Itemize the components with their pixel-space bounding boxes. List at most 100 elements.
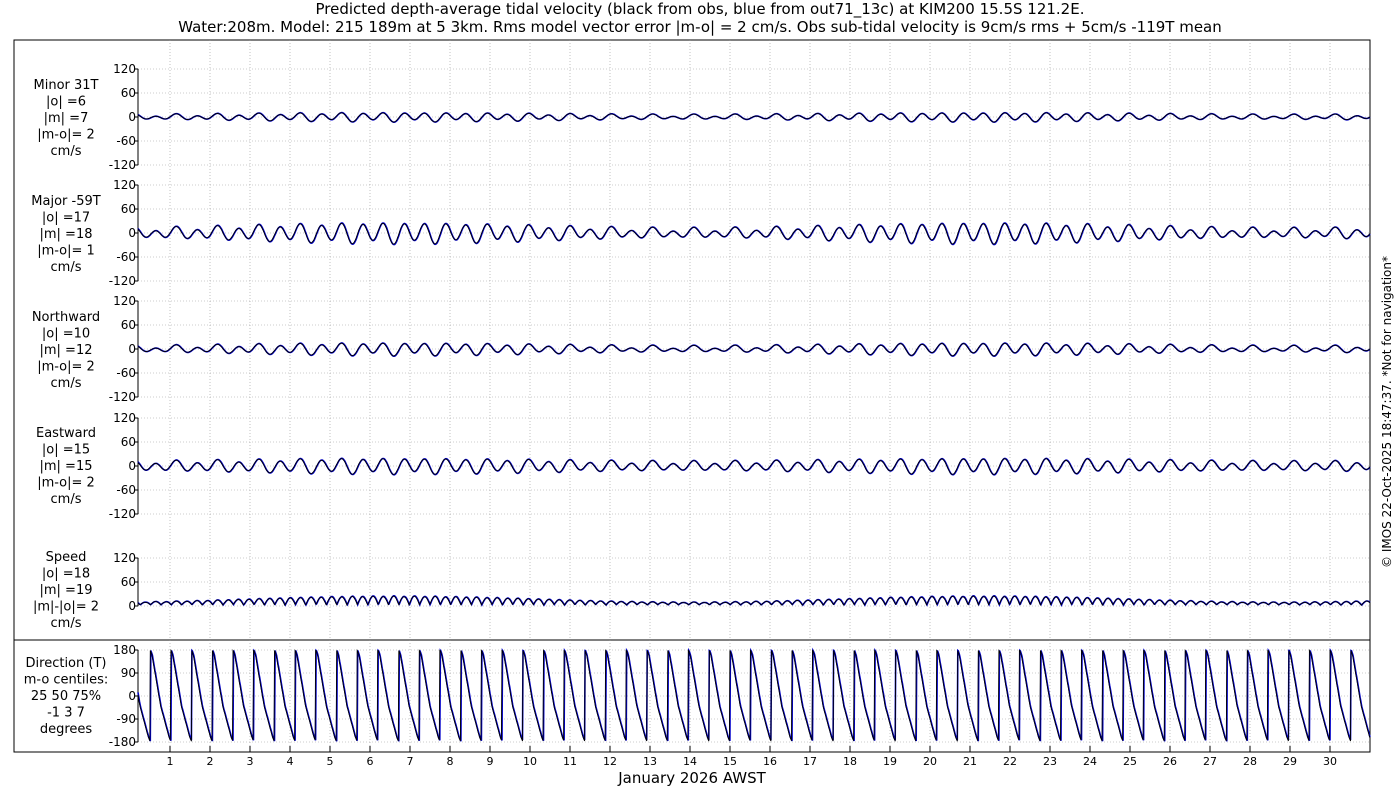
- y-tick-label: 120: [113, 178, 136, 192]
- northward-obs-series-line: [137, 342, 1371, 357]
- y-tick-label: 60: [121, 202, 136, 216]
- x-tick-label: 12: [603, 755, 617, 768]
- x-tick-label: 28: [1243, 755, 1257, 768]
- y-tick-label: 120: [113, 411, 136, 425]
- y-tick-label: -120: [109, 158, 136, 172]
- panel-label-line: |m-o|= 2: [37, 476, 95, 491]
- y-tick-label: 0: [128, 110, 136, 124]
- panel-label-line: |o| =18: [42, 567, 90, 582]
- x-tick-label: 17: [803, 755, 817, 768]
- x-tick-label: 26: [1163, 755, 1177, 768]
- x-tick-label: 13: [643, 755, 657, 768]
- major-obs-series-line: [137, 222, 1371, 245]
- y-tick-label: -120: [109, 274, 136, 288]
- eastward-obs-series-line: [137, 458, 1371, 475]
- panel-label-line: cm/s: [51, 376, 82, 391]
- x-tick-label: 10: [523, 755, 537, 768]
- panel-label-line: -1 3 7: [47, 706, 85, 721]
- y-tick-label: 90: [121, 666, 136, 680]
- x-tick-label: 4: [287, 755, 294, 768]
- panel-label-line: |o| =17: [42, 211, 90, 226]
- y-tick-label: 120: [113, 551, 136, 565]
- panel-label-line: |m| =12: [40, 343, 93, 358]
- panel-label-line: Major -59T: [31, 194, 100, 209]
- x-tick-label: 14: [683, 755, 697, 768]
- panel-label-line: |m| =19: [40, 583, 93, 598]
- panel-label-line: |m-o|= 2: [37, 360, 95, 375]
- x-tick-label: 7: [407, 755, 414, 768]
- x-tick-label: 24: [1083, 755, 1097, 768]
- panel-label-line: Minor 31T: [34, 78, 99, 93]
- y-tick-label: -90: [116, 712, 136, 726]
- x-tick-label: 5: [327, 755, 334, 768]
- y-tick-label: 0: [128, 689, 136, 703]
- y-tick-label: 0: [128, 459, 136, 473]
- y-tick-label: -120: [109, 390, 136, 404]
- x-tick-label: 3: [247, 755, 254, 768]
- y-tick-label: 0: [128, 226, 136, 240]
- y-tick-label: -60: [116, 366, 136, 380]
- panel-label-line: |o| =6: [46, 95, 86, 110]
- y-tick-label: -60: [116, 250, 136, 264]
- x-tick-label: 20: [923, 755, 937, 768]
- x-tick-label: 25: [1123, 755, 1137, 768]
- x-tick-label: 27: [1203, 755, 1217, 768]
- panel-label-line: cm/s: [51, 260, 82, 275]
- axis-layer: 1 2 3 4 5 6 7 8 9 10 11 12 13 14 15 16 17 18 19 20 21 22 23 24 2…: [109, 62, 1337, 768]
- upper-panels-frame: [13, 39, 1371, 641]
- x-tick-label: 16: [763, 755, 777, 768]
- y-tick-label: 60: [121, 435, 136, 449]
- x-tick-label: 11: [563, 755, 577, 768]
- x-tick-label: 22: [1003, 755, 1017, 768]
- panel-label-line: |m| =18: [40, 227, 93, 242]
- panel-label-line: m-o centiles:: [24, 673, 109, 688]
- y-tick-label: 60: [121, 318, 136, 332]
- panel-label-line: |m| =7: [44, 111, 89, 126]
- y-tick-label: 60: [121, 575, 136, 589]
- panel-label-line: cm/s: [51, 144, 82, 159]
- panel-label-line: 25 50 75%: [31, 689, 101, 704]
- series-layer: [137, 111, 1371, 742]
- x-tick-label: 23: [1043, 755, 1057, 768]
- panel-label-line: |m-o|= 2: [37, 128, 95, 143]
- panel-label-line: |m|-|o|= 2: [33, 600, 99, 615]
- x-tick-label: 19: [883, 755, 897, 768]
- y-tick-label: -120: [109, 507, 136, 521]
- x-tick-label: 30: [1323, 755, 1337, 768]
- y-tick-label: -180: [109, 735, 136, 749]
- x-tick-label: 6: [367, 755, 374, 768]
- x-tick-label: 18: [843, 755, 857, 768]
- x-tick-label: 15: [723, 755, 737, 768]
- y-tick-label: -60: [116, 134, 136, 148]
- y-tick-label: 180: [113, 643, 136, 657]
- speed-model-series-line: [137, 594, 1371, 608]
- panel-label-line: degrees: [40, 722, 93, 737]
- y-tick-label: 120: [113, 62, 136, 76]
- y-tick-label: 0: [128, 342, 136, 356]
- y-tick-label: -60: [116, 483, 136, 497]
- y-tick-label: 120: [113, 294, 136, 308]
- x-axis-label: January 2026 AWST: [617, 769, 766, 787]
- x-tick-label: 1: [167, 755, 174, 768]
- panel-label-line: cm/s: [51, 616, 82, 631]
- x-tick-label: 29: [1283, 755, 1297, 768]
- x-tick-label: 2: [207, 755, 214, 768]
- panel-label-layer: Minor 31T|o| =6|m| =7|m-o|= 2cm/sMajor -…: [24, 78, 109, 737]
- grid-layer: [138, 40, 1370, 752]
- x-tick-label: 9: [487, 755, 494, 768]
- x-tick-label: 21: [963, 755, 977, 768]
- panel-label-line: Eastward: [36, 426, 96, 441]
- y-tick-label: 0: [128, 599, 136, 613]
- tidal-velocity-chart: Minor 31T|o| =6|m| =7|m-o|= 2cm/sMajor -…: [13, 39, 1394, 787]
- panel-label-line: Direction (T): [26, 656, 107, 671]
- y-tick-label: 60: [121, 86, 136, 100]
- panel-label-line: |m-o|= 1: [37, 244, 95, 259]
- panel-label-line: Northward: [32, 310, 100, 325]
- copyright-notice: © IMOS 22-Oct-2025 18:47:37. *Not for na…: [1380, 256, 1394, 568]
- panel-label-line: |o| =10: [42, 327, 90, 342]
- panel-label-line: |o| =15: [42, 443, 90, 458]
- panel-label-line: |m| =15: [40, 459, 93, 474]
- panel-label-line: cm/s: [51, 492, 82, 507]
- x-tick-label: 8: [447, 755, 454, 768]
- panel-label-line: Speed: [46, 550, 87, 565]
